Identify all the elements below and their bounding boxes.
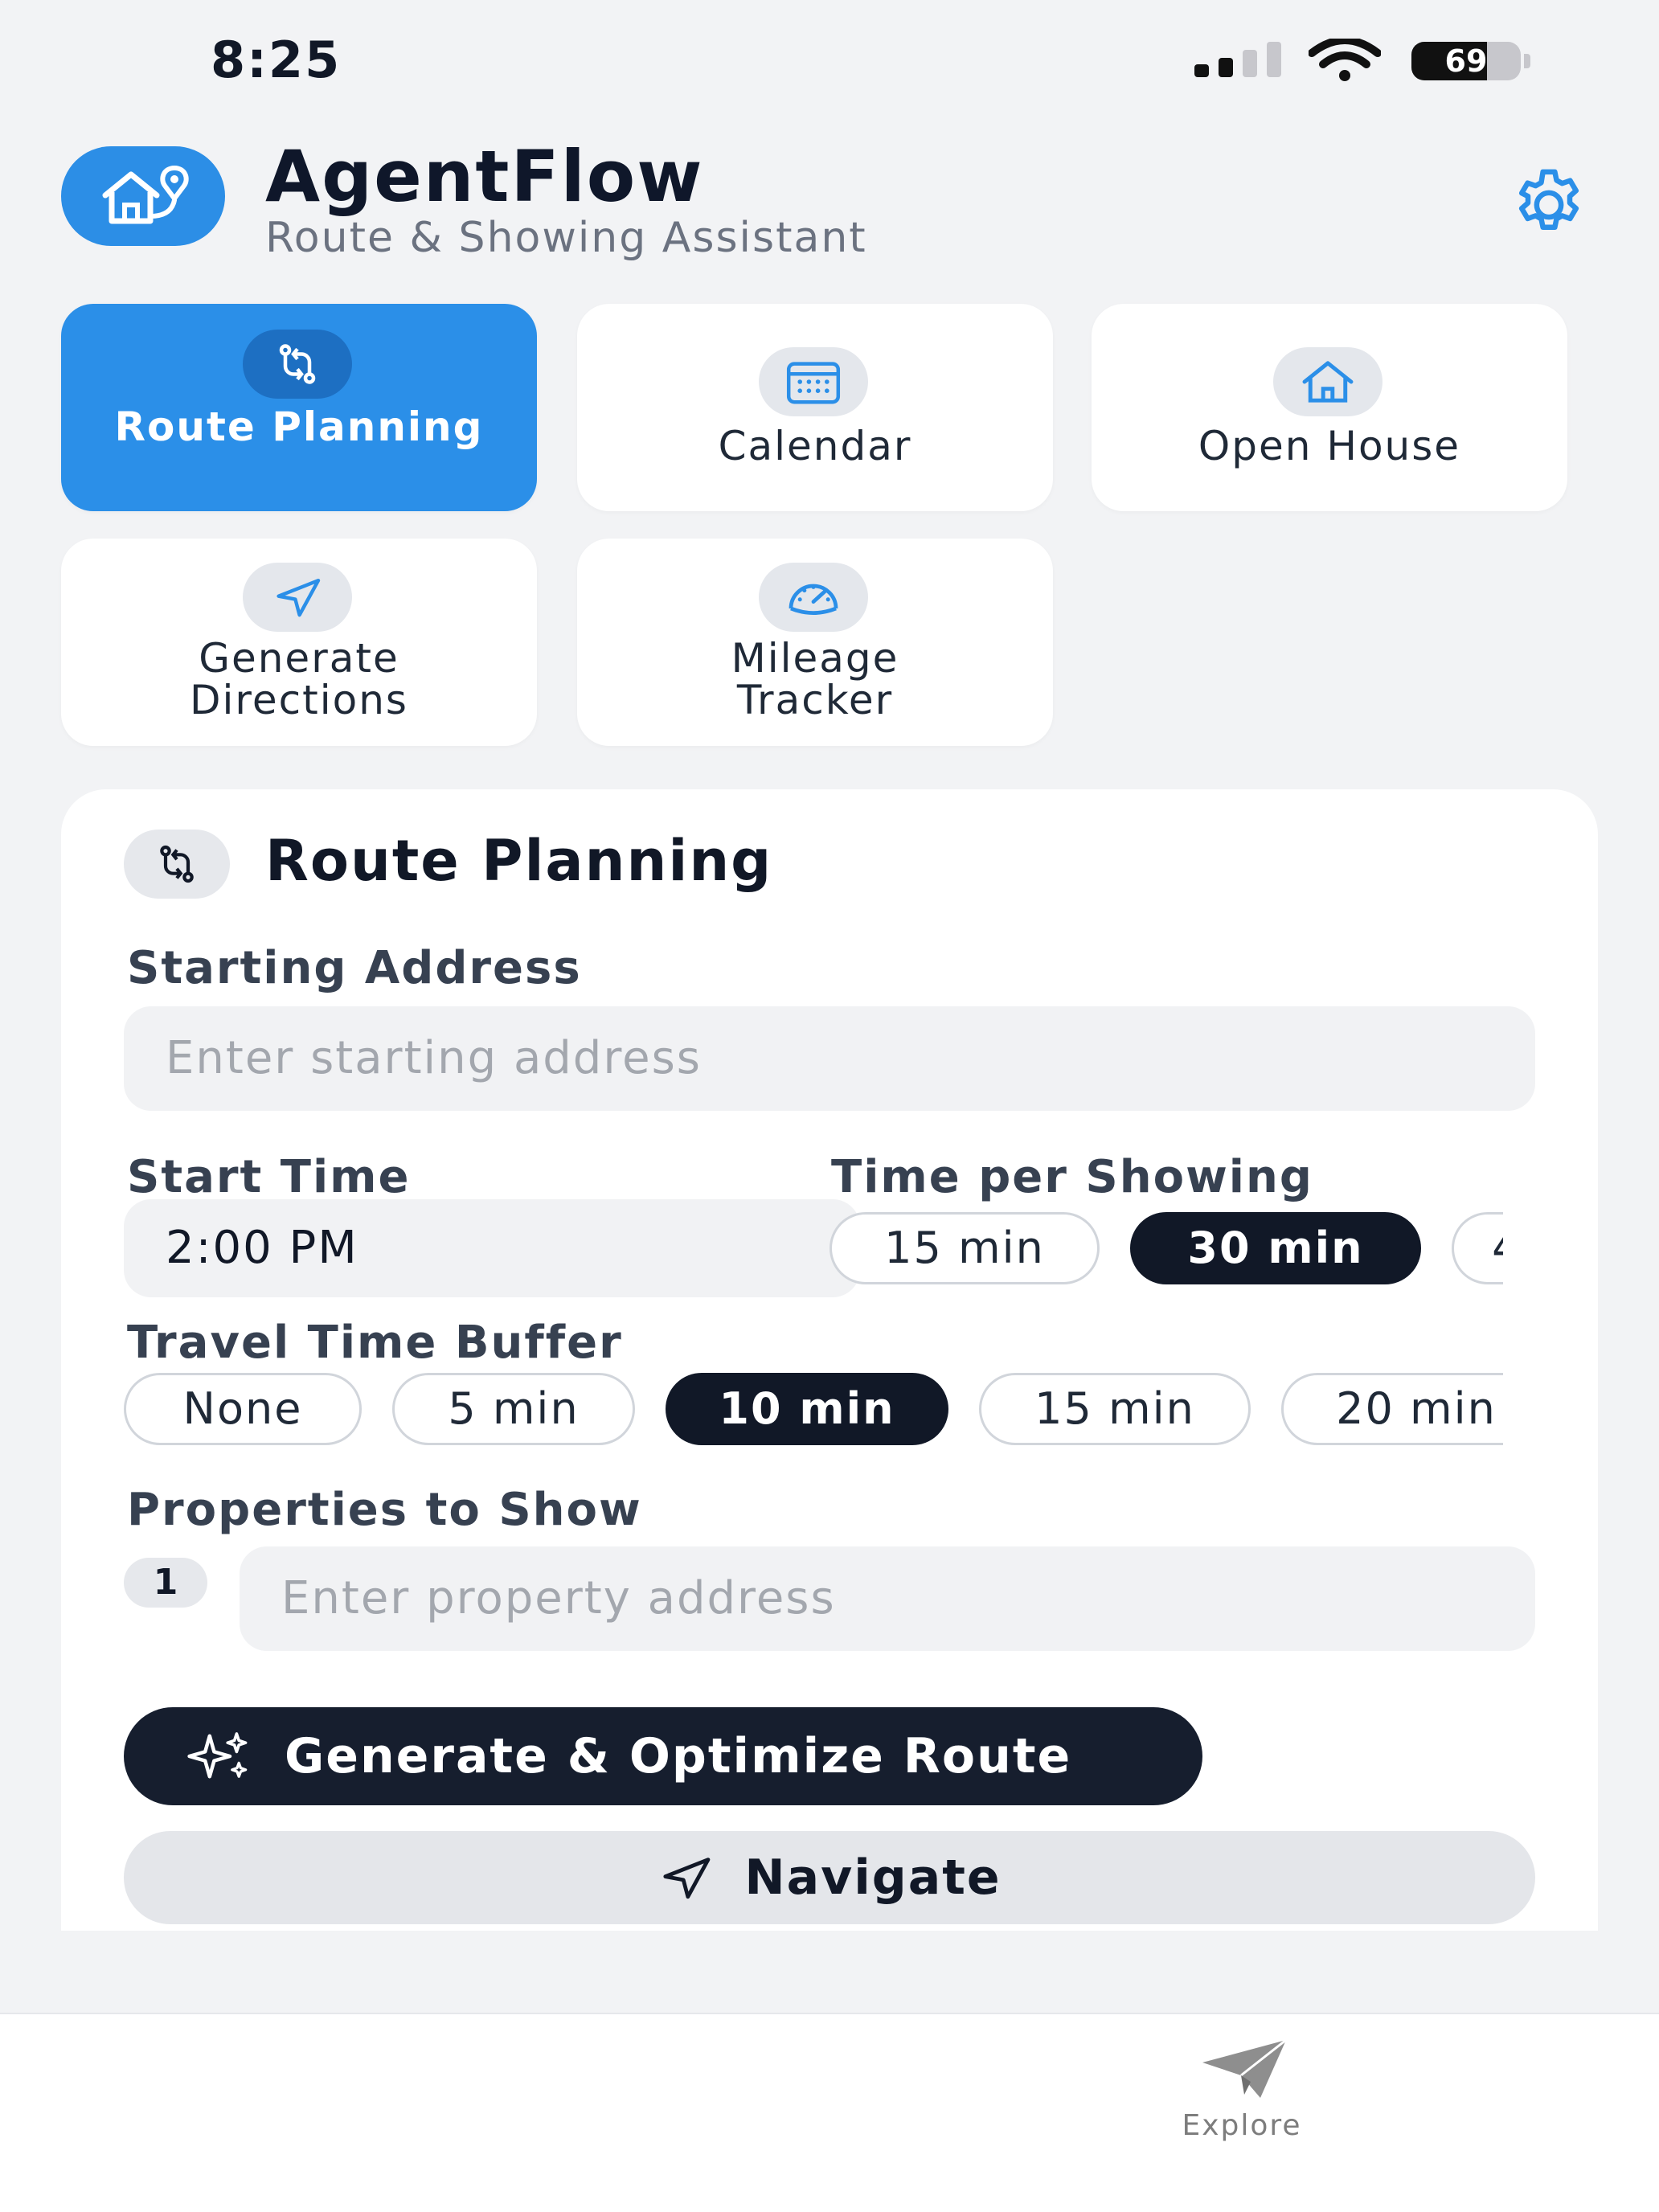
battery-indicator: 69	[1411, 42, 1530, 80]
start-time-label: Start Time	[127, 1151, 411, 1203]
route-icon	[279, 344, 316, 384]
tile-calendar[interactable]: Calendar	[577, 304, 1053, 511]
navigation-arrow-icon	[276, 578, 321, 617]
property-address-input[interactable]: Enter property address	[240, 1546, 1535, 1651]
speedometer-icon	[789, 584, 838, 615]
chip-15-min[interactable]: 15 min	[830, 1212, 1100, 1284]
tile-route-planning[interactable]: Route Planning	[61, 304, 537, 511]
sparkles-icon	[187, 1732, 248, 1779]
house-icon-badge	[1273, 347, 1382, 416]
house-route-icon	[102, 165, 189, 224]
app-subtitle: Route & Showing Assistant	[265, 214, 867, 262]
calendar-icon-badge	[759, 347, 868, 416]
app-title: AgentFlow	[265, 135, 704, 218]
settings-button[interactable]	[1505, 161, 1593, 249]
starting-address-input[interactable]: Enter starting address	[124, 1006, 1535, 1111]
route-planning-card: Route Planning Starting Address Enter st…	[61, 789, 1598, 1931]
cellular-signal-icon	[1194, 42, 1281, 77]
calendar-icon	[786, 362, 841, 404]
tile-label-line2: Directions	[190, 677, 408, 723]
card-title: Route Planning	[265, 828, 773, 894]
gear-icon	[1518, 169, 1579, 230]
travel-buffer-options: None 5 min 10 min 15 min 20 min	[124, 1373, 1503, 1447]
navigation-icon-badge	[243, 563, 352, 632]
tile-generate-directions[interactable]: Generate Directions	[61, 539, 537, 746]
tile-label: Route Planning	[114, 403, 484, 450]
tile-label-line1: Generate	[199, 635, 399, 682]
battery-percent: 69	[1444, 43, 1488, 79]
chip-10-min[interactable]: 10 min	[666, 1373, 948, 1445]
tab-explore-label: Explore	[1182, 2109, 1302, 2142]
tile-label: Open House	[1198, 423, 1461, 469]
navigation-arrow-icon	[663, 1858, 711, 1899]
chip-none[interactable]: None	[124, 1373, 362, 1445]
tile-label-line1: Mileage	[731, 635, 899, 682]
app-logo	[61, 146, 225, 246]
tab-explore[interactable]: Explore	[1157, 2030, 1326, 2151]
time-per-showing-label: Time per Showing	[831, 1151, 1313, 1203]
property-number-badge: 1	[124, 1558, 207, 1608]
generate-route-button[interactable]: Generate & Optimize Route	[124, 1707, 1202, 1805]
tile-label-line2: Tracker	[736, 677, 894, 723]
chip-15-min[interactable]: 15 min	[979, 1373, 1251, 1445]
chip-45-min[interactable]: 45 min	[1452, 1212, 1503, 1284]
navigate-button[interactable]: Navigate	[124, 1831, 1535, 1924]
generate-route-label: Generate & Optimize Route	[285, 1728, 1072, 1784]
chip-20-min[interactable]: 20 min	[1281, 1373, 1503, 1445]
status-bar: 8:25 69	[0, 0, 1659, 121]
navigate-label: Navigate	[744, 1849, 1002, 1906]
chip-30-min[interactable]: 30 min	[1130, 1212, 1421, 1284]
route-icon	[160, 845, 194, 883]
card-route-icon-badge	[124, 830, 230, 899]
speedometer-icon-badge	[759, 563, 868, 632]
wifi-icon	[1309, 39, 1381, 81]
start-time-input[interactable]: 2:00 PM	[124, 1199, 860, 1297]
chip-5-min[interactable]: 5 min	[392, 1373, 635, 1445]
status-time: 8:25	[211, 31, 342, 89]
route-icon-badge	[243, 330, 352, 399]
properties-label: Properties to Show	[127, 1484, 642, 1536]
tile-open-house[interactable]: Open House	[1092, 304, 1567, 511]
tile-mileage-tracker[interactable]: Mileage Tracker	[577, 539, 1053, 746]
starting-address-label: Starting Address	[127, 942, 582, 994]
time-per-showing-options: 15 min 30 min 45 min	[830, 1212, 1503, 1286]
travel-buffer-label: Travel Time Buffer	[127, 1317, 623, 1369]
paper-plane-icon	[1202, 2038, 1287, 2098]
house-icon	[1302, 361, 1354, 403]
tile-label: Calendar	[718, 423, 912, 469]
tab-bar: Explore	[0, 2013, 1659, 2212]
